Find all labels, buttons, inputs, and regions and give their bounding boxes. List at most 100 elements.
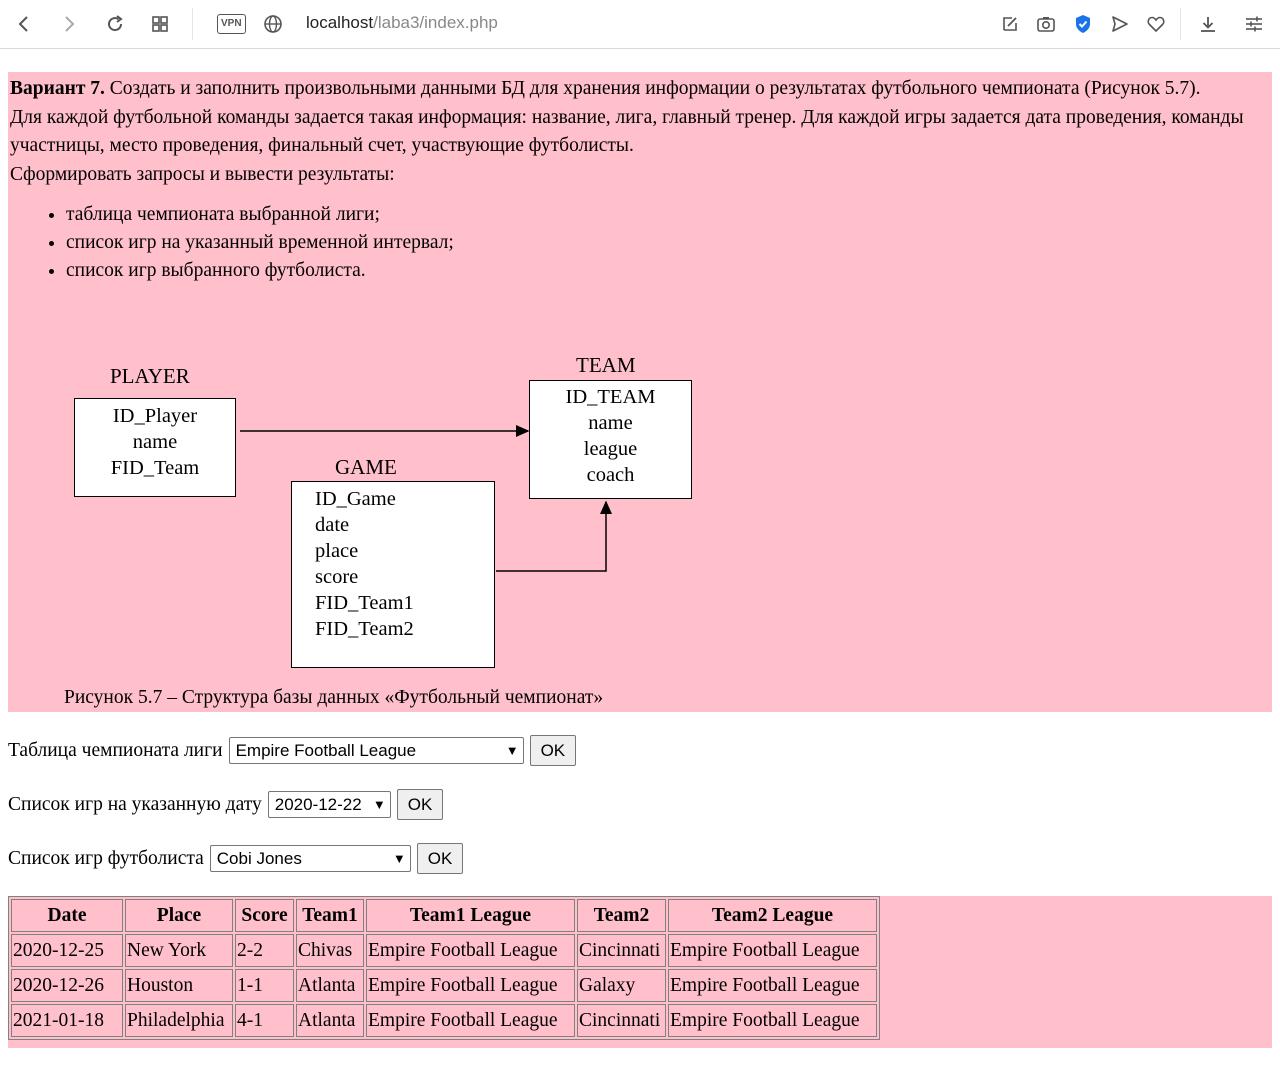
grid-icon	[152, 16, 168, 32]
send-button[interactable]	[1105, 9, 1135, 39]
edit-icon	[1003, 17, 1017, 31]
league-form: Таблица чемпионата лиги Empire Football …	[8, 735, 577, 766]
player-form-label: Список игр футболиста	[8, 847, 204, 869]
league-form-label: Таблица чемпионата лиги	[8, 739, 223, 761]
reload-button[interactable]	[100, 9, 130, 39]
date-select[interactable]: 2020-12-22 ▼	[267, 791, 391, 818]
table-header-row: Date Place Score Team1 Team1 League Team…	[11, 899, 877, 932]
player-select-value: Cobi Jones	[216, 848, 302, 868]
chevron-down-icon: ▼	[392, 851, 406, 866]
queries-list: таблица чемпионата выбранной лиги; списо…	[10, 201, 1270, 285]
task-details: Для каждой футбольной команды задается т…	[10, 106, 1244, 157]
downloads-button[interactable]	[1193, 9, 1223, 39]
date-form-label: Список игр на указанную дату	[8, 793, 262, 815]
league-ok-button[interactable]: OK	[529, 735, 577, 766]
table-cell: Houston	[125, 969, 233, 1002]
game-field: FID_Team1	[315, 592, 414, 614]
player-field: name	[132, 431, 178, 453]
er-diagram: PLAYER ID_Player name FID_Team TEAM ID_T…	[68, 353, 728, 696]
table-cell: Empire Football League	[668, 1004, 877, 1037]
queries-intro: Сформировать запросы и вывести результат…	[10, 163, 395, 185]
date-ok-button[interactable]: OK	[396, 789, 444, 820]
table-cell: 4-1	[235, 1004, 294, 1037]
column-header: Team1	[296, 899, 364, 932]
game-field: place	[315, 540, 359, 562]
table-cell: Empire Football League	[668, 934, 877, 967]
camera-icon	[1037, 17, 1055, 32]
game-field: date	[315, 514, 350, 536]
table-cell: Philadelphia	[125, 1004, 233, 1037]
vpn-badge[interactable]: VPN	[217, 14, 246, 34]
table-cell: 2-2	[235, 934, 294, 967]
table-row: 2020-12-25 New York 2-2 Chivas Empire Fo…	[11, 934, 877, 967]
player-form: Список игр футболиста Cobi Jones ▼ OK	[8, 843, 464, 874]
date-select-value: 2020-12-22	[274, 794, 362, 814]
table-cell: 2020-12-25	[11, 934, 123, 967]
tabs-button[interactable]	[145, 9, 175, 39]
table-cell: Galaxy	[577, 969, 666, 1002]
table-cell: 2021-01-18	[11, 1004, 123, 1037]
table-cell: Cincinnati	[577, 934, 666, 967]
toolbar-divider	[192, 8, 193, 40]
send-icon	[1112, 16, 1128, 32]
list-item: список игр на указанный временной интерв…	[66, 229, 1270, 257]
table-cell: Atlanta	[296, 1004, 364, 1037]
table-cell: Empire Football League	[366, 1004, 575, 1037]
table-cell: Atlanta	[296, 969, 364, 1002]
table-cell: New York	[125, 934, 233, 967]
player-entity: ID_Player name FID_Team	[74, 398, 236, 497]
table-cell: Chivas	[296, 934, 364, 967]
forward-button[interactable]	[54, 9, 84, 39]
player-select[interactable]: Cobi Jones ▼	[209, 845, 411, 872]
chevron-down-icon: ▼	[372, 797, 386, 812]
easy-setup-button[interactable]	[1239, 9, 1269, 39]
column-header: Team2	[577, 899, 666, 932]
table-cell: Cincinnati	[577, 1004, 666, 1037]
screenshot-button[interactable]	[1031, 9, 1061, 39]
team-field: name	[588, 412, 633, 434]
intro-text: Создать и заполнить произвольными данным…	[104, 78, 1201, 99]
back-button[interactable]	[9, 9, 39, 39]
column-header: Score	[235, 899, 294, 932]
column-header: Team1 League	[366, 899, 575, 932]
game-entity: ID_Game date place score FID_Team1 FID_T…	[291, 481, 495, 668]
column-header: Team2 League	[668, 899, 877, 932]
figure-caption: Рисунок 5.7 – Структура базы данных «Фут…	[64, 687, 604, 708]
variant-label: Вариант 7.	[10, 78, 105, 99]
favorite-button[interactable]	[1141, 9, 1171, 39]
chevron-down-icon: ▼	[505, 743, 519, 758]
list-item: список игр выбранного футболиста.	[66, 257, 1270, 285]
list-item: таблица чемпионата выбранной лиги;	[66, 201, 1270, 229]
address-bar[interactable]: localhost/laba3/index.php	[306, 12, 498, 34]
column-header: Date	[11, 899, 123, 932]
reload-icon	[108, 15, 123, 32]
results-table: Date Place Score Team1 Team1 League Team…	[8, 896, 880, 1040]
url-host: localhost	[306, 13, 374, 32]
player-ok-button[interactable]: OK	[416, 843, 464, 874]
game-field: FID_Team2	[315, 618, 414, 640]
team-field: ID_TEAM	[565, 386, 656, 408]
download-icon	[1201, 17, 1215, 32]
settings-sliders-icon	[1246, 16, 1262, 32]
date-form: Список игр на указанную дату 2020-12-22 …	[8, 789, 444, 820]
table-cell: Empire Football League	[668, 969, 877, 1002]
table-cell: 2020-12-26	[11, 969, 123, 1002]
player-entity-title: PLAYER	[110, 364, 190, 388]
shield-check-icon	[1076, 15, 1090, 33]
game-field: ID_Game	[315, 488, 396, 510]
team-field: coach	[586, 464, 635, 486]
table-row: 2021-01-18 Philadelphia 4-1 Atlanta Empi…	[11, 1004, 877, 1037]
arrow-left-icon	[18, 16, 28, 32]
url-path: /laba3/index.php	[373, 13, 498, 32]
site-info-button[interactable]	[258, 9, 288, 39]
player-field: ID_Player	[112, 405, 198, 427]
league-select[interactable]: Empire Football League ▼	[228, 737, 524, 764]
adblock-button[interactable]	[1068, 9, 1098, 39]
table-cell: Empire Football League	[366, 934, 575, 967]
edit-button[interactable]	[995, 9, 1025, 39]
table-cell: Empire Football League	[366, 969, 575, 1002]
team-entity: ID_TEAM name league coach	[529, 380, 692, 499]
team-field: league	[583, 438, 638, 460]
table-cell: 1-1	[235, 969, 294, 1002]
player-field: FID_Team	[110, 457, 200, 479]
